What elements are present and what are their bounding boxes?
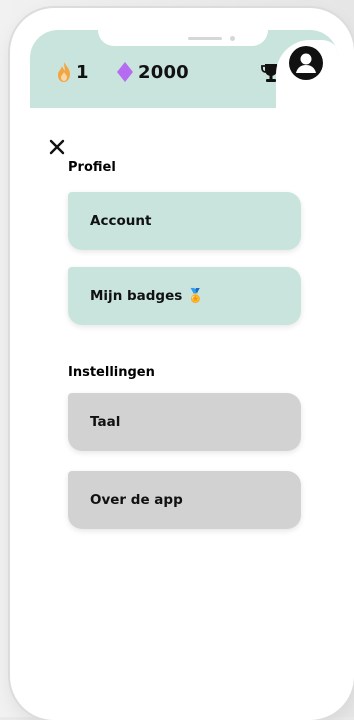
streak-counter[interactable]: 1 bbox=[56, 60, 89, 84]
user-avatar-icon[interactable] bbox=[289, 46, 323, 80]
gem-counter[interactable]: 2000 bbox=[116, 60, 189, 84]
front-camera bbox=[230, 36, 235, 41]
app-screen: 1 2000 Profiel Account Mijn badges 🏅 Ins… bbox=[30, 30, 338, 700]
flame-icon bbox=[58, 62, 70, 82]
language-label: Taal bbox=[90, 414, 121, 430]
diamond-icon bbox=[117, 62, 133, 82]
about-app-label: Over de app bbox=[90, 492, 183, 508]
my-badges-label: Mijn badges 🏅 bbox=[90, 288, 204, 304]
streak-count: 1 bbox=[76, 61, 89, 83]
account-label: Account bbox=[90, 213, 152, 229]
account-button[interactable]: Account bbox=[68, 192, 301, 250]
language-button[interactable]: Taal bbox=[68, 393, 301, 451]
close-icon[interactable] bbox=[48, 138, 66, 156]
section-title-profiel: Profiel bbox=[68, 160, 116, 175]
gem-count: 2000 bbox=[138, 61, 189, 83]
my-badges-button[interactable]: Mijn badges 🏅 bbox=[68, 267, 301, 325]
speaker-grille bbox=[188, 37, 222, 40]
section-title-instellingen: Instellingen bbox=[68, 365, 155, 380]
about-app-button[interactable]: Over de app bbox=[68, 471, 301, 529]
profile-tab[interactable] bbox=[276, 40, 338, 114]
phone-notch bbox=[98, 30, 268, 46]
phone-frame: 1 2000 Profiel Account Mijn badges 🏅 Ins… bbox=[10, 8, 354, 720]
